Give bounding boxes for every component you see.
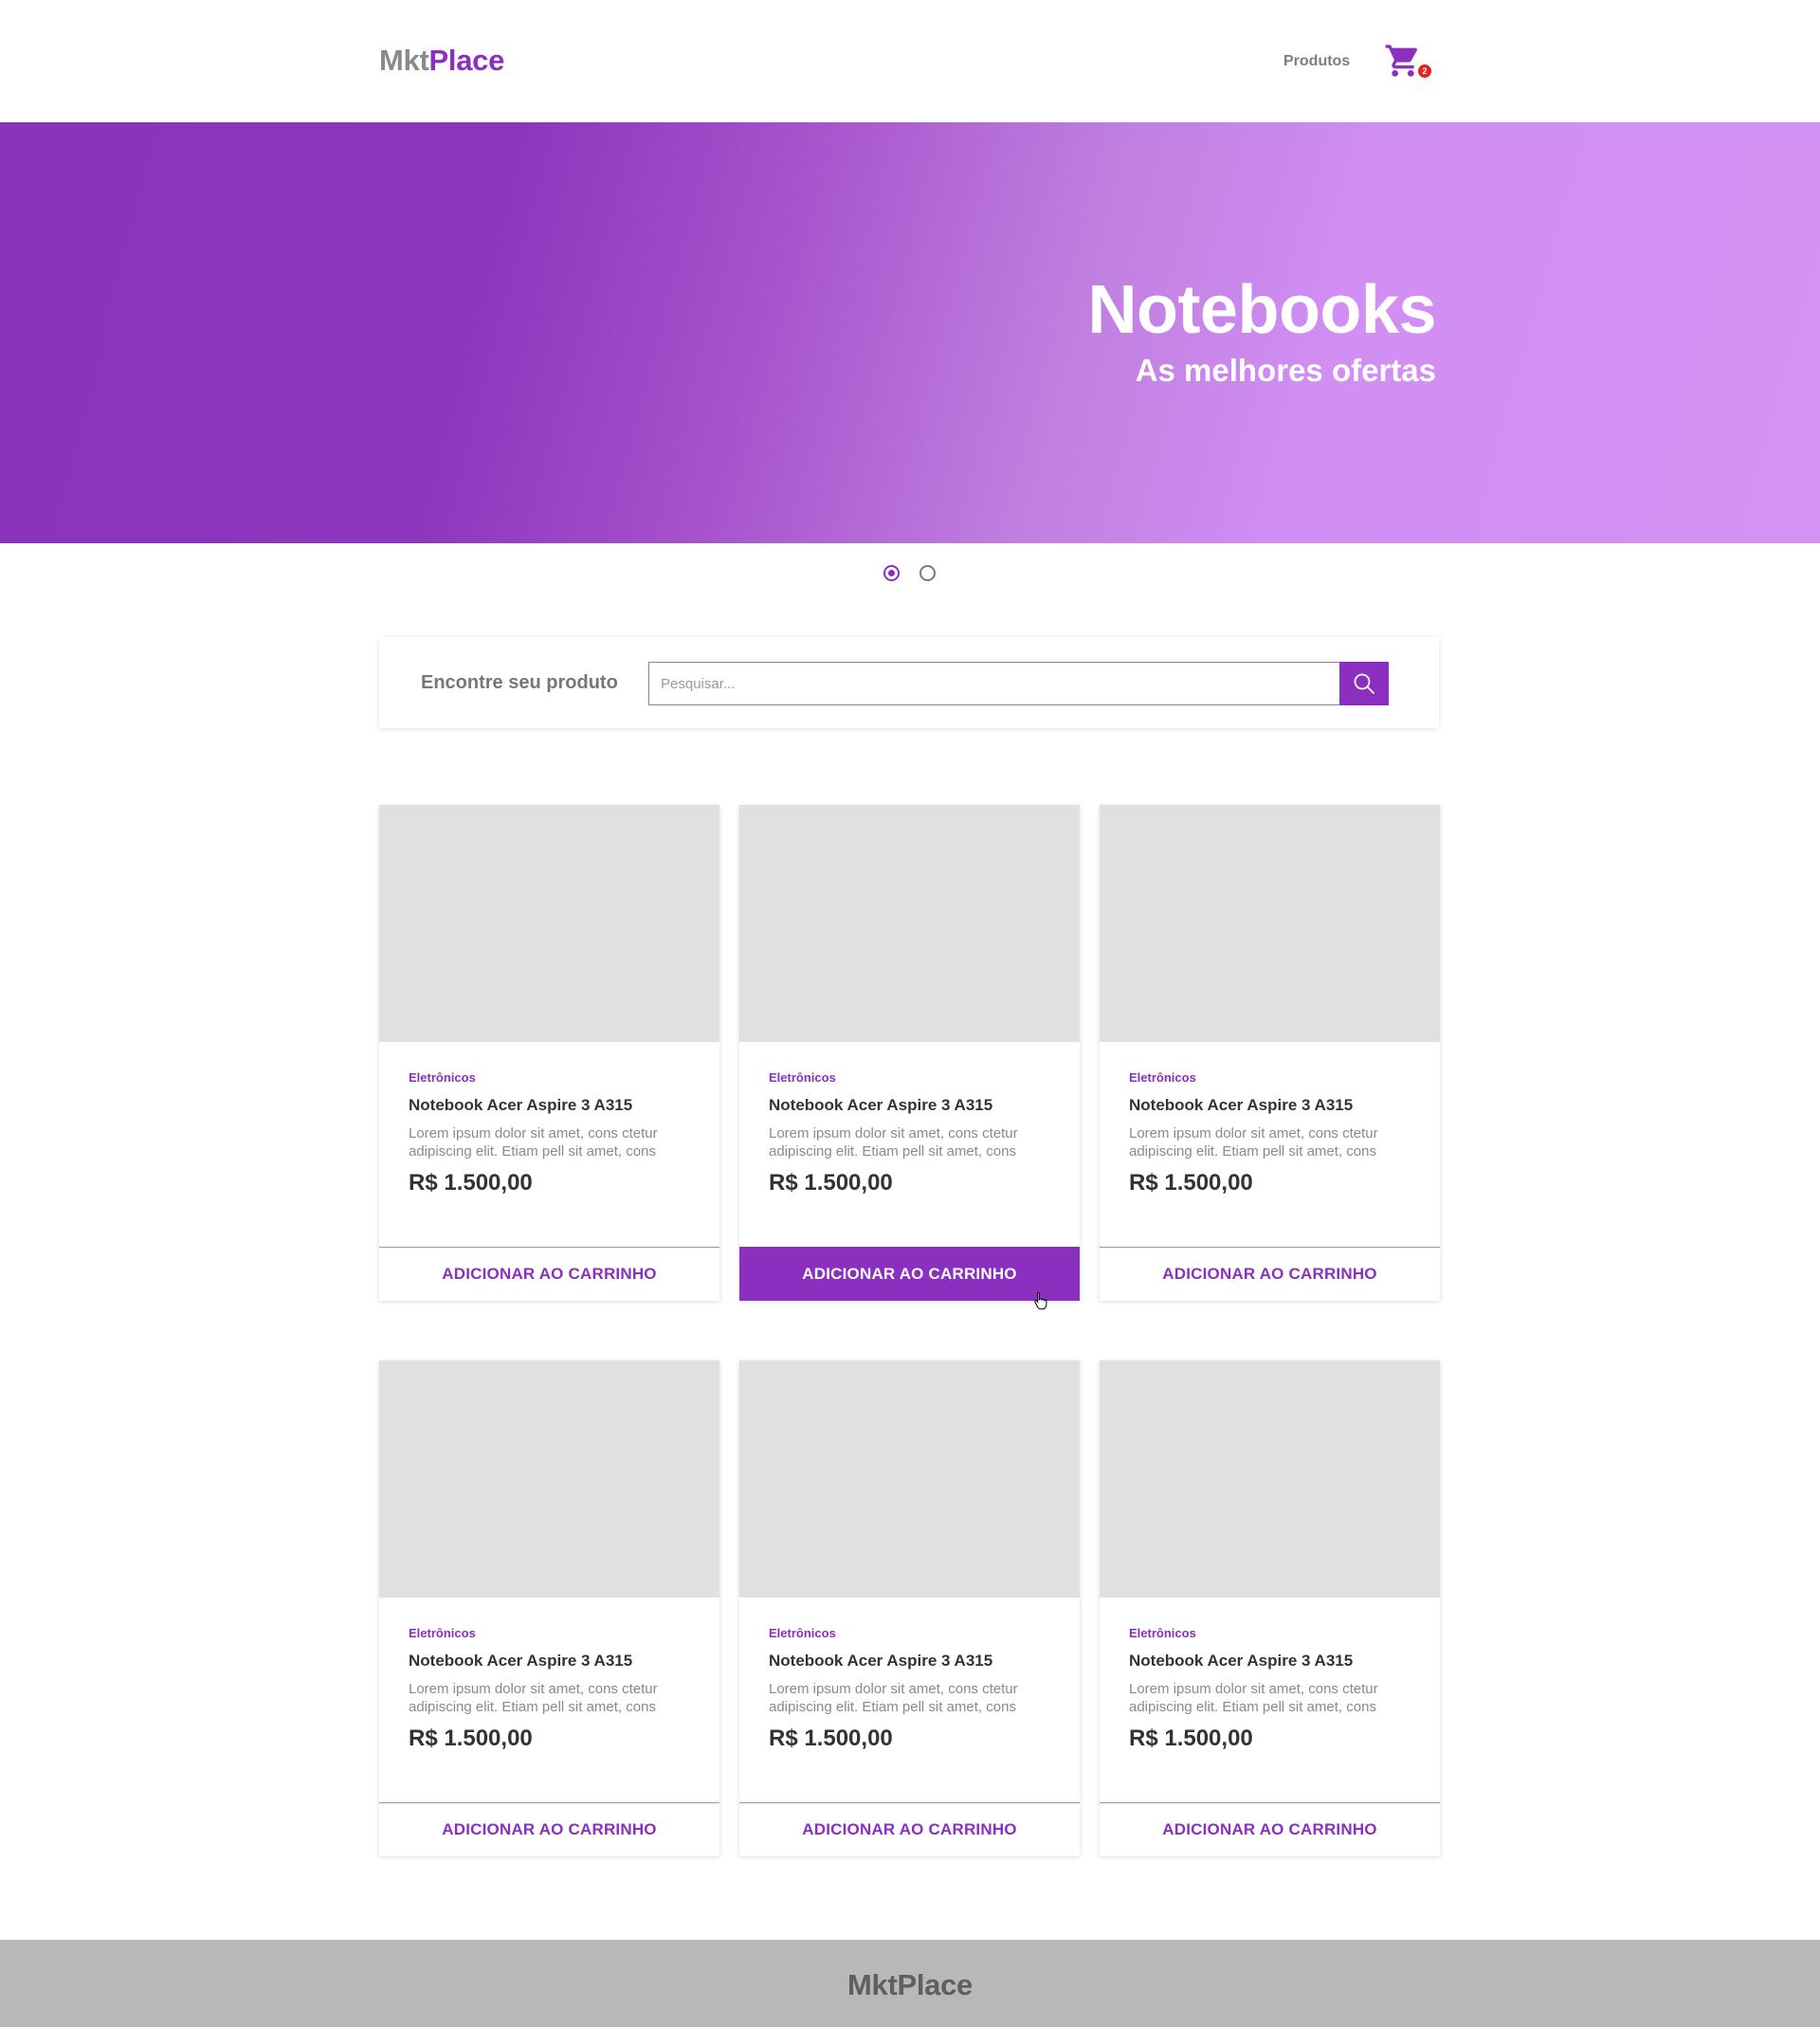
product-title[interactable]: Notebook Acer Aspire 3 A315 xyxy=(1129,1095,1353,1116)
product-description: Lorem ipsum dolor sit amet, cons ctetur … xyxy=(769,1681,1018,1715)
search-label: Encontre seu produto xyxy=(421,672,618,693)
product-image[interactable] xyxy=(739,805,1080,1042)
product-category: Eletrônicos xyxy=(1129,1626,1196,1640)
search-input[interactable] xyxy=(648,662,1340,705)
site-footer: MktPlace xyxy=(0,1940,1820,2027)
footer-logo[interactable]: MktPlace xyxy=(0,1966,1820,2004)
product-image[interactable] xyxy=(739,1360,1080,1598)
product-description: Lorem ipsum dolor sit amet, cons ctetur … xyxy=(769,1125,1018,1160)
product-image[interactable] xyxy=(379,805,719,1042)
hero-subtitle: As melhores ofertas xyxy=(1135,353,1436,388)
product-card[interactable]: Eletrônicos Notebook Acer Aspire 3 A315 Lo… xyxy=(1100,1360,1440,1856)
product-title[interactable]: Notebook Acer Aspire 3 A315 xyxy=(409,1095,632,1116)
product-description: Lorem ipsum dolor sit amet, cons ctetur … xyxy=(409,1125,658,1160)
hero-banner[interactable]: Notebooks As melhores ofertas xyxy=(0,122,1820,543)
cart-icon xyxy=(1385,45,1418,77)
product-card[interactable]: Eletrônicos Notebook Acer Aspire 3 A315 Lo… xyxy=(1100,805,1440,1301)
hero-title: Notebooks xyxy=(1087,272,1436,348)
product-title[interactable]: Notebook Acer Aspire 3 A315 xyxy=(769,1651,992,1671)
product-description: Lorem ipsum dolor sit amet, cons ctetur … xyxy=(409,1681,658,1715)
add-to-cart-button[interactable]: ADICIONAR AO CARRINHO xyxy=(1100,1247,1440,1301)
cart-count-badge: 2 xyxy=(1418,64,1431,78)
product-title[interactable]: Notebook Acer Aspire 3 A315 xyxy=(769,1095,992,1116)
product-category: Eletrônicos xyxy=(409,1070,476,1085)
product-card[interactable]: Eletrônicos Notebook Acer Aspire 3 A315 Lo… xyxy=(739,1360,1080,1856)
product-title[interactable]: Notebook Acer Aspire 3 A315 xyxy=(409,1651,632,1671)
add-to-cart-button[interactable]: ADICIONAR AO CARRINHO xyxy=(739,1247,1080,1301)
product-price: R$ 1.500,00 xyxy=(769,1726,893,1751)
product-title[interactable]: Notebook Acer Aspire 3 A315 xyxy=(1129,1651,1353,1671)
nav-link-produtos[interactable]: Produtos xyxy=(1283,52,1350,71)
product-category: Eletrônicos xyxy=(1129,1070,1196,1085)
carousel-dot-1[interactable] xyxy=(883,565,900,581)
product-price: R$ 1.500,00 xyxy=(1129,1170,1253,1196)
product-image[interactable] xyxy=(1100,1360,1440,1598)
product-card[interactable]: Eletrônicos Notebook Acer Aspire 3 A315 Lo… xyxy=(739,805,1080,1301)
product-price: R$ 1.500,00 xyxy=(409,1170,533,1196)
site-header: MktPlace Produtos 2 xyxy=(0,0,1820,122)
search-button[interactable] xyxy=(1339,662,1389,705)
product-description: Lorem ipsum dolor sit amet, cons ctetur … xyxy=(1129,1681,1378,1715)
product-card[interactable]: Eletrônicos Notebook Acer Aspire 3 A315 Lo… xyxy=(379,805,719,1301)
product-image[interactable] xyxy=(379,1360,719,1598)
logo-part-place: Place xyxy=(428,44,505,77)
product-price: R$ 1.500,00 xyxy=(1129,1726,1253,1751)
product-price: R$ 1.500,00 xyxy=(409,1726,533,1751)
search-panel: Encontre seu produto xyxy=(379,637,1439,728)
product-card[interactable]: Eletrônicos Notebook Acer Aspire 3 A315 Lo… xyxy=(379,1360,719,1856)
product-category: Eletrônicos xyxy=(769,1070,836,1085)
search-icon xyxy=(1354,673,1374,694)
carousel-dot-2[interactable] xyxy=(919,565,936,581)
product-category: Eletrônicos xyxy=(769,1626,836,1640)
cart-button[interactable]: 2 xyxy=(1384,42,1433,83)
product-category: Eletrônicos xyxy=(409,1626,476,1640)
add-to-cart-button[interactable]: ADICIONAR AO CARRINHO xyxy=(379,1802,719,1856)
add-to-cart-button[interactable]: ADICIONAR AO CARRINHO xyxy=(1100,1802,1440,1856)
product-image[interactable] xyxy=(1100,805,1440,1042)
carousel-indicators xyxy=(883,565,940,582)
add-to-cart-button[interactable]: ADICIONAR AO CARRINHO xyxy=(379,1247,719,1301)
product-price: R$ 1.500,00 xyxy=(769,1170,893,1196)
add-to-cart-button[interactable]: ADICIONAR AO CARRINHO xyxy=(739,1802,1080,1856)
site-logo[interactable]: MktPlace xyxy=(379,42,504,80)
logo-part-mkt: Mkt xyxy=(379,44,429,77)
product-description: Lorem ipsum dolor sit amet, cons ctetur … xyxy=(1129,1125,1378,1160)
